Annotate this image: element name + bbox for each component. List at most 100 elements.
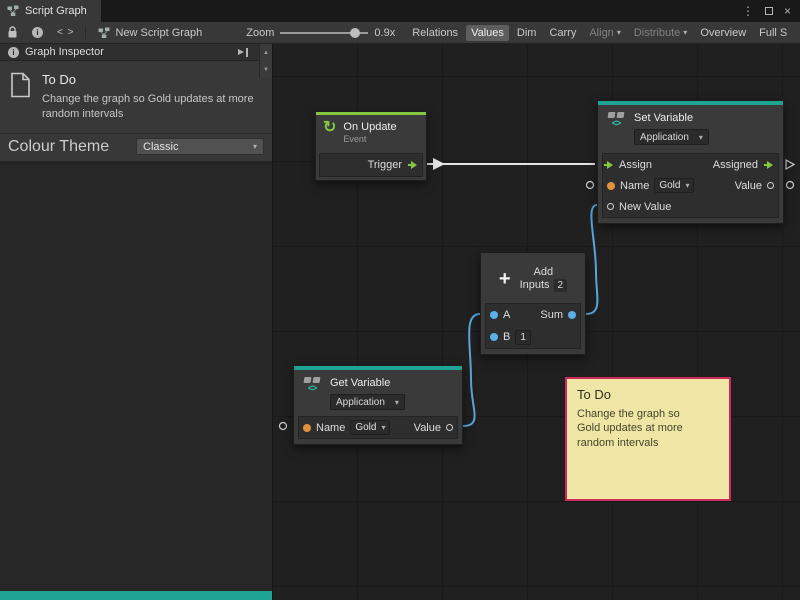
node-subtitle: Event: [343, 134, 396, 144]
value-wire-sum-to-newvalue[interactable]: [586, 205, 597, 314]
graph-name[interactable]: New Script Graph: [90, 27, 210, 39]
b-input-port[interactable]: [490, 333, 498, 341]
colour-theme-dropdown[interactable]: Classic ▾: [136, 138, 264, 155]
code-view-icon[interactable]: < >: [50, 22, 81, 43]
inspector-empty-area: [0, 162, 272, 591]
relations-button[interactable]: Relations: [407, 25, 463, 41]
a-input-port[interactable]: [490, 311, 498, 319]
chevron-down-icon: ▾: [683, 28, 687, 37]
value-wire-get-to-add[interactable]: [463, 314, 480, 426]
flow-input-port[interactable]: [607, 161, 613, 169]
node-add[interactable]: + Add Inputs 2 A Sum B 1: [480, 252, 586, 355]
toolbar-separator: [85, 26, 86, 40]
chevron-down-icon: ▾: [381, 423, 385, 432]
zoom-value: 0.9x: [374, 27, 395, 39]
b-value-field[interactable]: 1: [515, 330, 531, 345]
sticky-note[interactable]: To Do Change the graph so Gold updates a…: [565, 377, 731, 501]
align-button[interactable]: Align▾: [584, 25, 625, 41]
inspector-scrollbar[interactable]: ▲ ▼: [259, 44, 272, 78]
collapse-panel-icon[interactable]: [238, 48, 248, 57]
scroll-up-icon[interactable]: ▲: [263, 50, 269, 56]
sticky-note-title: To Do: [577, 387, 719, 402]
flow-output-port[interactable]: [767, 161, 773, 169]
value-port-label: Value: [735, 180, 762, 192]
graph-inspector-title: Graph Inspector: [25, 46, 104, 58]
chevron-down-icon: ▾: [395, 398, 399, 407]
node-title: Get Variable: [330, 376, 405, 390]
node-on-update[interactable]: ↻ On Update Event Trigger: [315, 111, 427, 181]
unconnected-port-marker[interactable]: [587, 182, 594, 189]
node-get-variable[interactable]: <> Get Variable Application ▾ Name Gold …: [293, 365, 463, 445]
todo-body: Change the graph so Gold updates at more…: [42, 92, 254, 122]
variable-scope-dropdown[interactable]: Application ▾: [330, 394, 405, 410]
fullscreen-button[interactable]: Full S: [754, 25, 792, 41]
scroll-down-icon[interactable]: ▼: [263, 67, 269, 73]
info-icon: i: [8, 47, 19, 58]
zoom-label: Zoom: [246, 27, 274, 39]
inputs-count-badge[interactable]: 2: [554, 279, 568, 292]
todo-text: To Do Change the graph so Gold updates a…: [42, 72, 254, 122]
window-maximize-icon[interactable]: [765, 7, 773, 15]
window-menu-icon[interactable]: ⋮: [742, 4, 754, 18]
graph-name-label: New Script Graph: [115, 27, 202, 39]
todo-summary: To Do Change the graph so Gold updates a…: [0, 61, 272, 133]
assign-port-label: Assign: [619, 159, 652, 171]
zoom-control: Zoom 0.9x: [246, 27, 395, 39]
graph-inspector-header: i Graph Inspector: [0, 44, 272, 61]
name-input-port[interactable]: [607, 182, 615, 190]
info-toggle-icon[interactable]: i: [25, 22, 50, 43]
new-value-input-port[interactable]: [607, 203, 614, 210]
zoom-slider[interactable]: [280, 32, 368, 34]
variable-icon: <>: [301, 377, 323, 393]
name-input-port[interactable]: [303, 424, 311, 432]
sum-output-port[interactable]: [568, 311, 576, 319]
trigger-port-label: Trigger: [368, 159, 402, 171]
overview-button[interactable]: Overview: [695, 25, 751, 41]
flow-wire-arrow: [433, 158, 445, 170]
tab-title: Script Graph: [25, 5, 87, 17]
chevron-down-icon: ▾: [253, 142, 257, 151]
chevron-down-icon: ▾: [685, 181, 689, 190]
node-title: Add: [520, 266, 568, 279]
carry-button[interactable]: Carry: [544, 25, 581, 41]
note-icon: [10, 72, 31, 98]
value-output-port[interactable]: [767, 182, 774, 189]
node-title: On Update: [343, 120, 396, 134]
flow-output-port[interactable]: [411, 161, 417, 169]
node-set-variable[interactable]: <> Set Variable Application ▾ Assign Ass…: [597, 100, 784, 224]
variable-name-dropdown[interactable]: Gold ▾: [350, 420, 390, 435]
value-output-port[interactable]: [446, 424, 453, 431]
node-title: Set Variable: [634, 111, 709, 125]
unconnected-port-marker[interactable]: [280, 423, 287, 430]
graph-inspector-panel: i Graph Inspector ▲ ▼ To Do Change the g…: [0, 44, 273, 600]
variable-name-dropdown[interactable]: Gold ▾: [654, 178, 694, 193]
colour-theme-row: Colour Theme Classic ▾: [0, 134, 272, 161]
variable-icon: <>: [605, 112, 627, 128]
distribute-button[interactable]: Distribute▾: [629, 25, 692, 41]
graph-canvas[interactable]: ↻ On Update Event Trigger <> Set Var: [273, 44, 800, 600]
inputs-label: Inputs: [520, 279, 550, 292]
colour-theme-label: Colour Theme: [8, 138, 109, 156]
zoom-slider-knob[interactable]: [350, 28, 360, 38]
dim-button[interactable]: Dim: [512, 25, 542, 41]
status-accent-bar: [0, 591, 272, 600]
chevron-down-icon: ▾: [617, 28, 621, 37]
window-tab-bar: Script Graph ⋮ ×: [0, 0, 800, 22]
values-button[interactable]: Values: [466, 25, 509, 41]
value-port-marker[interactable]: [787, 182, 794, 189]
chevron-down-icon: ▾: [699, 133, 703, 142]
graph-toolbar: i < > New Script Graph Zoom 0.9x Relatio…: [0, 22, 800, 44]
assigned-port-label: Assigned: [713, 159, 758, 171]
assigned-port-marker[interactable]: [786, 160, 794, 169]
script-graph-icon: [7, 5, 19, 17]
graph-file-icon: [98, 27, 110, 39]
a-port-label: A: [503, 309, 510, 321]
update-loop-icon: ↻: [323, 120, 336, 136]
window-close-icon[interactable]: ×: [784, 4, 791, 18]
lock-icon[interactable]: [0, 22, 25, 43]
variable-scope-dropdown[interactable]: Application ▾: [634, 129, 709, 145]
tab-script-graph[interactable]: Script Graph: [0, 0, 101, 22]
todo-title: To Do: [42, 72, 254, 87]
sum-port-label: Sum: [540, 309, 563, 321]
name-port-label: Name: [620, 180, 649, 192]
